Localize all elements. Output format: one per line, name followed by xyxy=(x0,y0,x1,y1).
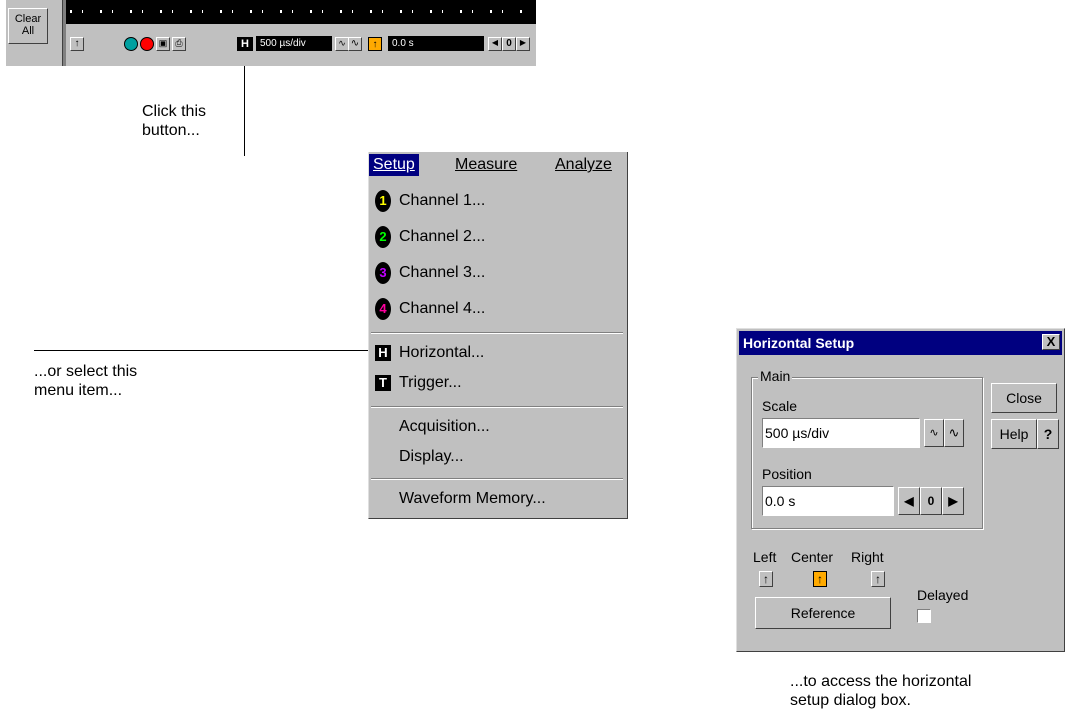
reference-right-icon[interactable]: ↑ xyxy=(871,571,885,587)
position-right-icon[interactable]: ▶ xyxy=(942,487,964,515)
scale-label: Scale xyxy=(762,398,798,414)
group-label: Main xyxy=(758,368,793,384)
menu-item-label: Acquisition... xyxy=(399,418,490,435)
position-field[interactable]: 0.0 s xyxy=(762,486,894,516)
delay-zero-button[interactable]: 0 xyxy=(502,37,516,51)
trigger-icon: T xyxy=(375,375,391,391)
help-pointer-label: ? xyxy=(1043,426,1053,442)
position-stepper: ◀ 0 ▶ xyxy=(898,487,968,515)
caption-click-button: Click this button... xyxy=(142,103,207,139)
single-icon[interactable]: ▣ xyxy=(156,37,170,51)
close-button[interactable]: Close xyxy=(991,383,1057,413)
menu-item-waveform-memory[interactable]: Waveform Memory... xyxy=(399,482,546,516)
reference-arrow-icon[interactable]: ↑ xyxy=(70,37,84,51)
reference-right-label: Right xyxy=(851,549,884,565)
menu-separator xyxy=(371,406,623,408)
setup-menu: Setup Measure Analyze 1 Channel 1... 2 C… xyxy=(368,152,628,519)
context-help-icon[interactable]: ? xyxy=(1037,419,1059,449)
menu-item-label: Horizontal... xyxy=(399,344,485,361)
reference-left-icon[interactable]: ↑ xyxy=(759,571,773,587)
delayed-label: Delayed xyxy=(917,587,969,603)
menu-item-channel-3[interactable]: 3 Channel 3... xyxy=(375,256,485,290)
position-label: Position xyxy=(762,466,812,482)
menu-item-label: Trigger... xyxy=(399,374,462,391)
clear-all-button[interactable]: Clear All xyxy=(8,8,48,44)
stop-icon[interactable] xyxy=(140,37,154,51)
reference-center-icon[interactable]: ↑ xyxy=(813,571,827,587)
channel-2-icon: 2 xyxy=(375,226,391,248)
run-icon[interactable] xyxy=(124,37,138,51)
reference-center-label: Center xyxy=(791,549,834,565)
menu-item-channel-4[interactable]: 4 Channel 4... xyxy=(375,292,485,326)
callout-line-menu xyxy=(34,350,370,351)
menu-item-channel-1[interactable]: 1 Channel 1... xyxy=(375,184,485,218)
menu-item-trigger[interactable]: T Trigger... xyxy=(375,366,462,400)
horizontal-button[interactable]: H xyxy=(237,37,253,51)
menu-analyze[interactable]: Analyze xyxy=(551,154,616,176)
dialog-titlebar: Horizontal Setup X xyxy=(739,331,1062,355)
menu-item-horizontal[interactable]: H Horizontal... xyxy=(375,336,484,370)
delay-left-icon[interactable]: ◀ xyxy=(488,37,502,51)
fine-adjust-icon[interactable]: ∿ xyxy=(924,419,944,447)
menu-item-label: Channel 4... xyxy=(399,300,486,317)
close-icon[interactable]: X xyxy=(1042,334,1060,350)
scale-field[interactable]: 500 µs/div xyxy=(762,418,920,448)
caption-select-menu: ...or select this menu item... xyxy=(34,363,138,399)
scope-toolbar: Clear All ↑ ▣ ⎙ H 500 µs/div ∿ ∿ ↑ 0.0 s… xyxy=(6,0,536,66)
help-button[interactable]: Help xyxy=(991,419,1037,449)
menu-item-label: Waveform Memory... xyxy=(399,490,546,507)
caption-access-dialog: ...to access the horizontal setup dialog… xyxy=(790,673,972,709)
coarse-adjust-icon[interactable]: ∿ xyxy=(348,37,362,51)
reference-left-label: Left xyxy=(753,549,777,565)
channel-3-icon: 3 xyxy=(375,262,391,284)
menu-bar: Setup Measure Analyze xyxy=(369,152,627,178)
channel-4-icon: 4 xyxy=(375,298,391,320)
coarse-adjust-icon[interactable]: ∿ xyxy=(944,419,964,447)
delay-reference-icon[interactable]: ↑ xyxy=(368,37,382,51)
position-zero-button[interactable]: 0 xyxy=(920,487,942,515)
reference-button[interactable]: Reference xyxy=(755,597,891,629)
menu-item-acquisition[interactable]: Acquisition... xyxy=(399,410,490,444)
main-groupbox: Main Scale 500 µs/div ∿ ∿ Position 0.0 s… xyxy=(751,368,983,529)
menu-item-label: Channel 1... xyxy=(399,192,486,209)
delayed-checkbox[interactable] xyxy=(917,609,931,623)
menu-item-label: Display... xyxy=(399,448,464,465)
print-icon[interactable]: ⎙ xyxy=(172,37,186,51)
position-left-icon[interactable]: ◀ xyxy=(898,487,920,515)
dialog-title: Horizontal Setup xyxy=(743,335,855,351)
menu-item-channel-2[interactable]: 2 Channel 2... xyxy=(375,220,485,254)
menu-separator xyxy=(371,478,623,480)
menu-item-display[interactable]: Display... xyxy=(399,440,464,474)
menu-measure[interactable]: Measure xyxy=(451,154,521,176)
horizontal-setup-dialog: Horizontal Setup X Main Scale 500 µs/div… xyxy=(736,328,1065,652)
menu-setup[interactable]: Setup xyxy=(369,154,419,176)
menu-item-label: Channel 3... xyxy=(399,264,486,281)
delay-right-icon[interactable]: ▶ xyxy=(516,37,530,51)
timebase-field[interactable]: 500 µs/div xyxy=(256,36,332,51)
horizontal-icon: H xyxy=(375,345,391,361)
menu-item-label: Channel 2... xyxy=(399,228,486,245)
fine-adjust-icon[interactable]: ∿ xyxy=(335,37,349,51)
delay-field[interactable]: 0.0 s xyxy=(388,36,484,51)
channel-1-icon: 1 xyxy=(375,190,391,212)
waveform-strip xyxy=(66,0,536,24)
menu-separator xyxy=(371,332,623,334)
callout-line-button xyxy=(244,66,245,156)
